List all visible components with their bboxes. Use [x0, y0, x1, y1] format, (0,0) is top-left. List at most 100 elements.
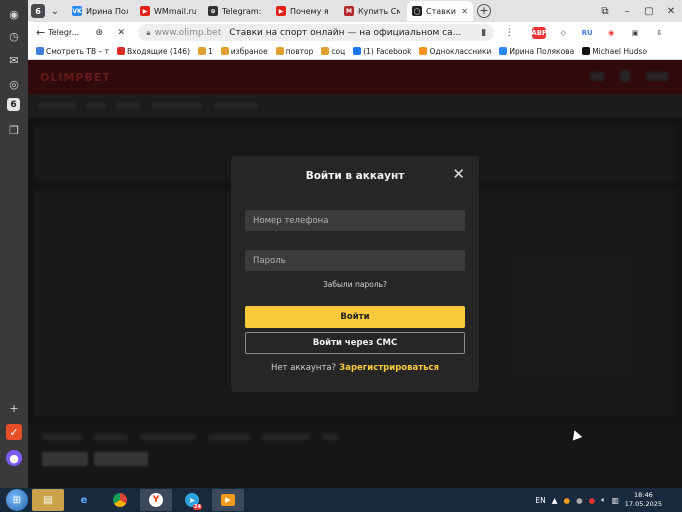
no-account-text: Нет аккаунта? — [270, 363, 337, 373]
bookmark-label: Одноклассники — [429, 46, 492, 56]
maximize-icon[interactable]: ▢ — [638, 6, 660, 17]
extension-icon[interactable]: RU — [580, 27, 594, 39]
browser-tab[interactable]: ▶ Почему я вы — [271, 1, 337, 21]
tray-app-icon[interactable]: ● — [576, 496, 583, 505]
add-panel-icon[interactable]: + — [6, 400, 22, 416]
bookmark-item[interactable]: Одноклассники — [419, 47, 491, 56]
tab-label: Почему я вы — [290, 6, 332, 16]
browser-tab[interactable]: ◯ Ставки на ✕ — [407, 1, 473, 21]
url-field[interactable]: 🔒︎ www.olimp.bet Ставки на спорт онлайн … — [138, 24, 495, 41]
ie-taskbar-icon[interactable]: e — [68, 489, 100, 511]
protect-icon[interactable]: ⊛ — [92, 26, 106, 40]
tab-counter[interactable]: 6 — [31, 4, 45, 18]
more-icon[interactable]: ⋮ — [502, 26, 516, 40]
chevron-down-icon[interactable]: ⌄ — [45, 3, 65, 19]
bookmark-label: соц — [331, 46, 346, 56]
explorer-taskbar-icon[interactable]: ▤ — [32, 489, 64, 511]
extension-icon[interactable]: ◉ — [604, 27, 618, 39]
browser-tab[interactable]: ▶ WMmail.ru — [135, 1, 201, 21]
clock-time: 18:46 — [634, 491, 653, 499]
camera-icon[interactable]: ◎ — [6, 76, 22, 92]
sms-login-button[interactable]: Войти через СМС — [245, 332, 465, 354]
tab-favicon-icon: ▶ — [140, 6, 150, 16]
bookmark-label: 1 — [208, 46, 213, 56]
telegram-taskbar-icon[interactable]: ➤ 24 — [176, 489, 208, 511]
bookmark-item[interactable]: 1 — [198, 47, 213, 56]
minimize-icon[interactable]: – — [616, 6, 638, 17]
tray-arrow-icon[interactable]: ▲ — [552, 496, 558, 505]
previous-page-title[interactable]: Telegr... — [48, 28, 84, 37]
tray-app-icon[interactable]: ● — [589, 496, 596, 505]
bookmark-label: Входящие (146) — [127, 46, 190, 56]
collections-icon[interactable]: ❐ — [6, 122, 22, 138]
extension-icon[interactable]: ◇ — [556, 27, 570, 39]
phone-input[interactable] — [245, 210, 465, 231]
start-button[interactable]: ⊞ — [6, 489, 28, 511]
bookmark-favicon-icon — [117, 47, 126, 55]
url-host: www.olimp.bet — [154, 27, 222, 38]
bookmark-item[interactable]: избраное — [220, 47, 268, 56]
tab-favicon-icon: ⊕ — [208, 6, 218, 16]
tab-favicon-icon: M — [344, 6, 354, 16]
network-icon[interactable]: ▥ — [612, 496, 619, 505]
history-icon[interactable]: ◷ — [6, 28, 22, 44]
tab-label: WMmail.ru — [154, 6, 196, 16]
bookmark-label: Ирина Полякова — [509, 46, 575, 56]
login-modal: Войти в аккаунт ✕ Забыли пароль? Войти В… — [231, 156, 479, 392]
login-button[interactable]: Войти — [245, 306, 465, 328]
password-input[interactable] — [245, 250, 465, 271]
back-arrow-icon[interactable]: ← — [36, 26, 45, 39]
tab-favicon-icon: ▶ — [276, 6, 286, 16]
tab-strip: 6 ⌄ VK Ирина Поля ▶ WMmail.ru ⊕ Telegram: Vi ▶… — [28, 0, 682, 22]
alice-icon[interactable]: ● — [6, 450, 22, 466]
extension-icon[interactable]: ⇩ — [652, 27, 666, 39]
browser-tab[interactable]: ⊕ Telegram: Vi — [203, 1, 269, 21]
bookmark-favicon-icon — [36, 47, 44, 55]
browser-tab[interactable]: M Купить Смар — [339, 1, 405, 21]
bookmark-item[interactable]: соц — [321, 47, 345, 56]
bookmark-label: Michael Hudso — [592, 46, 647, 56]
clock[interactable]: 18:46 17.05.2025 — [625, 491, 662, 509]
media-player-taskbar-icon[interactable]: ▶ — [212, 489, 244, 511]
bookmark-label: повтор — [285, 46, 314, 56]
bookmark-item[interactable]: Michael Hudso — [582, 47, 647, 56]
chrome-taskbar-icon[interactable] — [104, 489, 136, 511]
tab-menu-icon[interactable]: ⧉ — [594, 6, 616, 17]
tasks-icon[interactable]: ✓ — [6, 424, 22, 440]
register-link[interactable]: Зарегистрироваться — [339, 363, 439, 373]
forgot-password-link[interactable]: Забыли пароль? — [231, 280, 479, 289]
tab-label: Купить Смар — [358, 6, 400, 16]
mail-icon[interactable]: ✉ — [6, 52, 22, 68]
tabs-count-badge[interactable]: 6 — [7, 98, 20, 111]
extension-icon[interactable]: ▣ — [628, 27, 642, 39]
bookmark-item[interactable]: Ирина Полякова — [499, 47, 574, 56]
bookmark-item[interactable]: Входящие (146) — [117, 47, 190, 56]
bookmark-favicon-icon — [419, 47, 428, 55]
bookmark-icon[interactable]: ▮ — [481, 28, 486, 38]
volume-icon[interactable]: 🔈︎ — [601, 495, 606, 505]
yandex-logo-icon[interactable]: ◉ — [6, 6, 22, 22]
close-icon[interactable]: ✕ — [114, 26, 128, 40]
yandex-browser-taskbar-icon[interactable]: Y — [140, 489, 172, 511]
bookmark-favicon-icon — [353, 47, 362, 55]
browser-tab[interactable]: VK Ирина Поля — [67, 1, 133, 21]
lock-icon: 🔒︎ — [146, 27, 151, 37]
bookmark-item[interactable]: (1) Facebook — [353, 47, 411, 56]
close-icon[interactable]: ✕ — [452, 167, 465, 182]
bookmark-favicon-icon — [220, 47, 229, 55]
taskbar: ⊞ ▤ e Y ➤ 24 ▶ EN ▲ ● ● ● 🔈︎ ▥ 18:46 17.0… — [0, 488, 682, 512]
bookmark-favicon-icon — [275, 47, 284, 55]
bookmark-item[interactable]: повтор — [275, 46, 314, 56]
tray-app-icon[interactable]: ● — [564, 496, 571, 505]
new-tab-button[interactable]: + — [477, 4, 491, 18]
language-indicator[interactable]: EN — [535, 496, 545, 505]
page-content: OLIMPBET Войти в аккаунт ✕ Забыли пароль… — [28, 60, 682, 488]
bookmark-favicon-icon — [321, 47, 330, 55]
no-account-row: Нет аккаунта? Зарегистрироваться — [231, 363, 479, 373]
tab-label: Ставки на — [426, 6, 457, 16]
close-window-icon[interactable]: ✕ — [660, 6, 682, 17]
bookmark-label: (1) Facebook — [363, 46, 412, 56]
close-tab-icon[interactable]: ✕ — [461, 7, 468, 16]
bookmark-item[interactable]: Смотреть ТВ – т — [36, 47, 109, 56]
extension-icon[interactable]: ABP — [531, 26, 547, 39]
